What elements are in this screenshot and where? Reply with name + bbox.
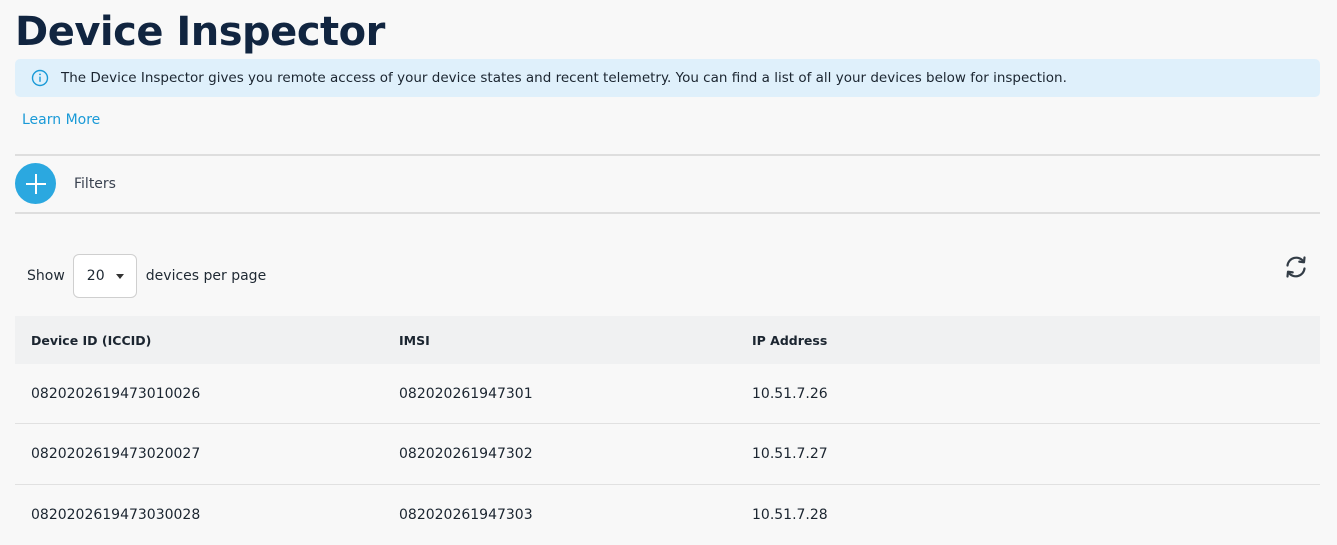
devices-per-page-label: devices per page bbox=[145, 268, 267, 284]
table-row[interactable]: 0820202619473020027 082020261947302 10.5… bbox=[15, 424, 1320, 485]
info-icon bbox=[31, 69, 49, 87]
divider bbox=[15, 154, 1320, 156]
table-header: Device ID (ICCID) IMSI IP Address bbox=[15, 316, 1320, 364]
imsi-cell: 082020261947303 bbox=[399, 507, 533, 523]
column-header-device-id[interactable]: Device ID (ICCID) bbox=[15, 333, 399, 348]
table-body: 0820202619473010026 082020261947301 10.5… bbox=[15, 364, 1320, 545]
refresh-icon bbox=[1283, 254, 1309, 280]
divider bbox=[15, 212, 1320, 214]
add-filter-button[interactable] bbox=[15, 163, 56, 204]
caret-down-icon bbox=[115, 274, 124, 279]
page-size-value: 20 bbox=[86, 268, 105, 284]
page-size-select[interactable]: 20 bbox=[72, 254, 137, 298]
column-header-ip-address[interactable]: IP Address bbox=[752, 333, 1320, 348]
info-banner: The Device Inspector gives you remote ac… bbox=[15, 59, 1320, 97]
filters-label: Filters bbox=[74, 175, 116, 192]
filters-row: Filters bbox=[15, 163, 116, 204]
device-id-cell: 0820202619473020027 bbox=[31, 446, 201, 462]
devices-table: Device ID (ICCID) IMSI IP Address 082020… bbox=[15, 316, 1320, 545]
pager: Show 20 devices per page bbox=[27, 254, 266, 298]
learn-more-link[interactable]: Learn More bbox=[22, 112, 100, 128]
page-title: Device Inspector bbox=[15, 9, 385, 55]
imsi-cell: 082020261947301 bbox=[399, 385, 533, 402]
device-id-cell: 0820202619473010026 bbox=[31, 385, 201, 402]
table-row[interactable]: 0820202619473030028 082020261947303 10.5… bbox=[15, 485, 1320, 545]
ip-address-cell: 10.51.7.27 bbox=[752, 446, 828, 462]
plus-icon bbox=[25, 173, 47, 195]
ip-address-cell: 10.51.7.26 bbox=[752, 385, 828, 402]
show-label: Show bbox=[27, 268, 65, 284]
table-row[interactable]: 0820202619473010026 082020261947301 10.5… bbox=[15, 364, 1320, 424]
device-id-cell: 0820202619473030028 bbox=[31, 507, 201, 523]
column-header-imsi[interactable]: IMSI bbox=[399, 333, 752, 348]
info-banner-text: The Device Inspector gives you remote ac… bbox=[61, 70, 1067, 86]
imsi-cell: 082020261947302 bbox=[399, 446, 533, 462]
refresh-button[interactable] bbox=[1282, 253, 1310, 281]
ip-address-cell: 10.51.7.28 bbox=[752, 507, 828, 523]
